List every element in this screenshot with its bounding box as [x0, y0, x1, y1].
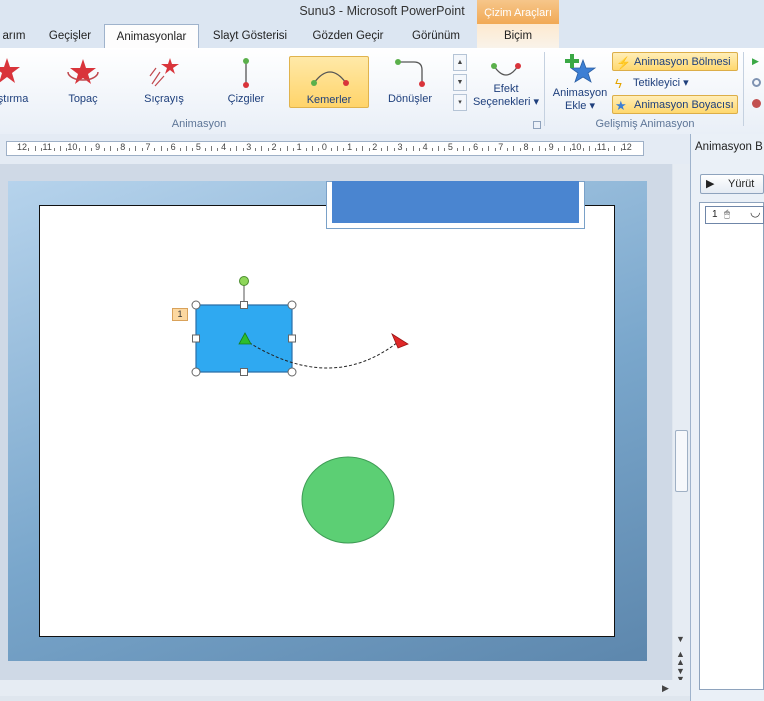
arc-effect-icon: ◡: [750, 205, 761, 219]
path-end-marker: [391, 332, 409, 349]
animation-item-number: 1: [712, 209, 718, 220]
resize-handle-nw: [191, 300, 201, 310]
resize-handle-s: [240, 368, 248, 376]
resize-handle-n: [240, 301, 248, 309]
animation-pane-title: Animasyon B: [695, 141, 763, 153]
resize-handle-e: [288, 334, 296, 343]
circle-shape: [301, 456, 395, 544]
play-label: Yürüt: [728, 178, 755, 190]
animation-list-item[interactable]: 1 🖱 ◡: [705, 205, 764, 224]
rotation-handle: [239, 276, 249, 286]
resize-handle-se: [287, 367, 297, 377]
scroll-down-arrow-icon[interactable]: ▼: [676, 634, 685, 644]
vertical-scrollbar[interactable]: [673, 164, 690, 680]
resize-handle-ne: [287, 300, 297, 310]
resize-handle-sw: [191, 367, 201, 377]
vertical-scroll-thumb[interactable]: [675, 430, 688, 492]
play-button[interactable]: ▶ Yürüt: [700, 174, 764, 194]
horizontal-scrollbar[interactable]: [0, 680, 690, 696]
slide-shapes-layer: [191, 276, 409, 544]
resize-handle-w: [192, 334, 200, 343]
play-icon: ▶: [706, 178, 715, 190]
animation-list[interactable]: [699, 202, 764, 690]
prev-slide-icon[interactable]: ▲ ▲: [676, 650, 685, 667]
mouse-click-icon: 🖱: [724, 209, 730, 220]
scroll-right-arrow-icon[interactable]: ▶: [662, 683, 669, 694]
